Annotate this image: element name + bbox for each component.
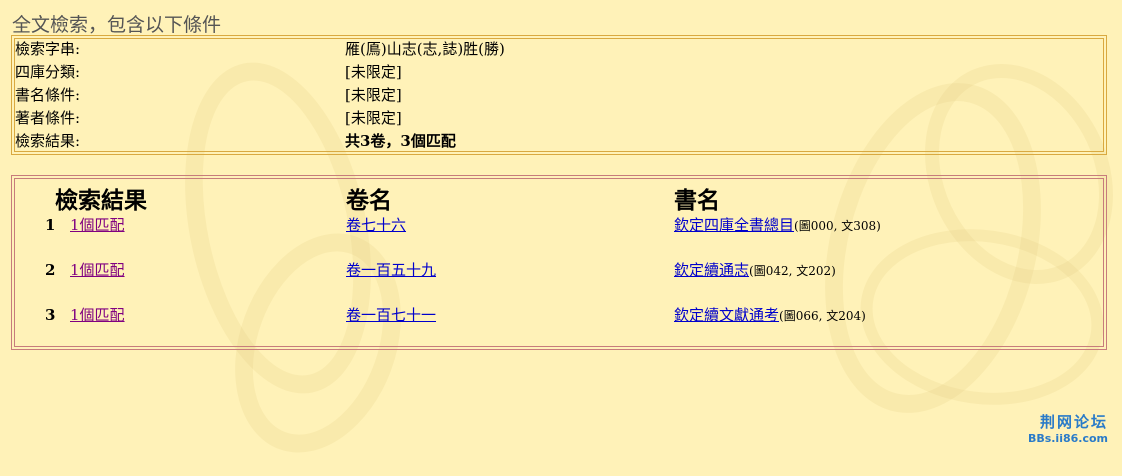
book-title-link[interactable]: 欽定續通志 — [674, 261, 749, 279]
volume-link[interactable]: 卷七十六 — [346, 214, 406, 236]
result-summary-value: 共3卷，3個匹配 — [345, 132, 456, 150]
row-number: 2 — [45, 261, 56, 279]
condition-value: [未限定] — [345, 86, 402, 104]
search-results-table: 檢索結果 卷名 書名 1 1個匹配 卷七十六 欽定四庫全書總目(圖000, 文3… — [14, 178, 1104, 347]
book-meta: (圖042, 文202) — [749, 264, 836, 278]
book-meta: (圖000, 文308) — [794, 219, 881, 233]
column-header-book: 書名 — [674, 187, 720, 214]
condition-row-book-title: 書名條件: [未限定] — [15, 84, 1095, 107]
condition-label: 檢索字串: — [15, 40, 81, 58]
condition-label: 著者條件: — [15, 109, 81, 127]
book-title-link[interactable]: 欽定四庫全書總目 — [674, 216, 794, 234]
match-count-link[interactable]: 1個匹配 — [70, 259, 125, 281]
column-header-result: 檢索結果 — [55, 187, 147, 214]
condition-label: 檢索結果: — [15, 132, 81, 150]
condition-value: [未限定] — [345, 63, 402, 81]
forum-url: BBs.ii86.com — [1027, 432, 1108, 445]
condition-label: 四庫分類: — [15, 63, 81, 81]
match-count-link[interactable]: 1個匹配 — [70, 214, 125, 236]
column-header-volume: 卷名 — [346, 187, 392, 214]
book-cell: 欽定四庫全書總目(圖000, 文308) — [674, 214, 881, 237]
condition-value: [未限定] — [345, 109, 402, 127]
condition-value: 雁(鳫)山志(志,誌)胜(勝) — [345, 40, 505, 58]
table-row: 1 1個匹配 卷七十六 欽定四庫全書總目(圖000, 文308) — [15, 214, 1095, 236]
volume-link[interactable]: 卷一百五十九 — [346, 259, 436, 281]
row-number: 3 — [45, 306, 56, 324]
book-cell: 欽定續文獻通考(圖066, 文204) — [674, 304, 866, 327]
book-title-link[interactable]: 欽定續文獻通考 — [674, 306, 779, 324]
row-number: 1 — [45, 216, 56, 234]
condition-row-author: 著者條件: [未限定] — [15, 107, 1095, 130]
table-row: 3 1個匹配 卷一百七十一 欽定續文獻通考(圖066, 文204) — [15, 304, 1095, 326]
condition-label: 書名條件: — [15, 86, 81, 104]
forum-watermark-logo: 荆网论坛 BBs.ii86.com — [1028, 411, 1108, 445]
book-meta: (圖066, 文204) — [779, 309, 866, 323]
condition-row-search-string: 檢索字串: 雁(鳫)山志(志,誌)胜(勝) — [15, 38, 1095, 61]
page-title: 全文檢索，包含以下條件 — [12, 14, 222, 36]
condition-row-category: 四庫分類: [未限定] — [15, 61, 1095, 84]
match-count-link[interactable]: 1個匹配 — [70, 304, 125, 326]
condition-row-result-summary: 檢索結果: 共3卷，3個匹配 — [15, 130, 1095, 153]
forum-name: 荆网论坛 — [1039, 413, 1108, 431]
search-results-panel: 檢索結果 卷名 書名 1 1個匹配 卷七十六 欽定四庫全書總目(圖000, 文3… — [11, 175, 1107, 350]
volume-link[interactable]: 卷一百七十一 — [346, 304, 436, 326]
book-cell: 欽定續通志(圖042, 文202) — [674, 259, 836, 282]
table-row: 2 1個匹配 卷一百五十九 欽定續通志(圖042, 文202) — [15, 259, 1095, 281]
